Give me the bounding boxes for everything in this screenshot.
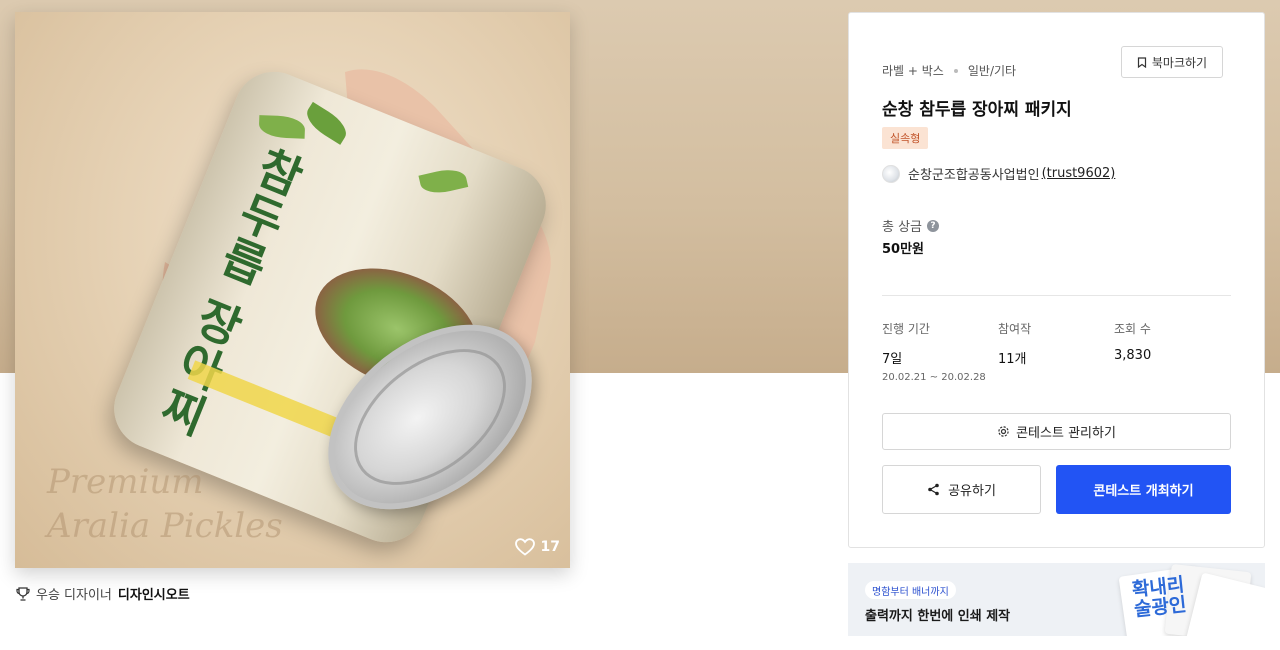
product-image[interactable]: 참두릅 장아찌 Premium Aralia Pickles 17 — [15, 12, 570, 568]
watermark: Premium Aralia Pickles — [47, 460, 283, 548]
share-label: 공유하기 — [948, 484, 996, 499]
heart-icon — [514, 538, 535, 556]
contest-title: 순창 참두릅 장아찌 패키지 — [882, 100, 1072, 120]
host-contest-button[interactable]: 콘테스트 개최하기 — [1056, 465, 1231, 514]
leaf-icon — [418, 165, 469, 198]
prize-label-row: 총 상금 ? — [882, 216, 940, 235]
bookmark-icon — [1137, 56, 1146, 68]
bookmark-label: 북마크하기 — [1151, 55, 1208, 70]
separator-dot — [953, 68, 958, 73]
banner-pill: 명함부터 배너까지 — [865, 581, 956, 599]
entries-value: 11개 — [998, 352, 1027, 367]
subcategory[interactable]: 일반/기타 — [968, 62, 1016, 79]
period-value: 7일 — [882, 352, 903, 367]
type-badge: 실속형 — [882, 127, 929, 149]
host-avatar — [882, 164, 900, 183]
like-button[interactable]: 17 — [514, 538, 560, 556]
watermark-line1: Premium — [47, 462, 204, 502]
period-label: 진행 기간 — [882, 322, 930, 336]
winner-designer-line: 우승 디자이너 디자인시오트 — [16, 584, 190, 603]
manage-label: 콘테스트 관리하기 — [1016, 426, 1116, 441]
category-breadcrumb: 라벨 + 박스 일반/기타 — [882, 62, 1016, 79]
views-label: 조회 수 — [1114, 322, 1151, 336]
stat-entries: 참여작 11개 — [998, 320, 1031, 367]
banner-art-text: 확내리 술광인 — [1130, 573, 1188, 622]
host-id-link[interactable]: (trust9602) — [1042, 166, 1116, 181]
banner-text: 출력까지 한번에 인쇄 제작 — [865, 609, 1011, 624]
contest-info-panel: 라벨 + 박스 일반/기타 북마크하기 순창 참두릅 장아찌 패키지 실속형 순… — [848, 12, 1265, 548]
share-button[interactable]: 공유하기 — [882, 465, 1041, 514]
bookmark-button[interactable]: 북마크하기 — [1121, 46, 1223, 78]
host-info: 순창군조합공동사업법인 (trust9602) — [882, 164, 1115, 183]
help-icon[interactable]: ? — [927, 219, 940, 232]
views-value: 3,830 — [1114, 348, 1152, 363]
designer-name[interactable]: 디자인시오트 — [118, 584, 190, 603]
stat-views: 조회 수 3,830 — [1114, 320, 1151, 363]
like-count: 17 — [540, 539, 560, 555]
award-label: 우승 디자이너 — [36, 588, 112, 603]
host-name: 순창군조합공동사업법인 — [908, 168, 1040, 183]
manage-contest-button[interactable]: 콘테스트 관리하기 — [882, 413, 1231, 450]
stat-period: 진행 기간 7일 20.02.21 ~ 20.02.28 — [882, 320, 986, 383]
gear-icon — [998, 426, 1009, 437]
share-icon — [928, 483, 939, 496]
trophy-icon — [16, 586, 30, 601]
leaf-icon — [301, 101, 352, 145]
watermark-line2: Aralia Pickles — [47, 506, 283, 546]
print-banner-ad[interactable]: 명함부터 배너까지 출력까지 한번에 인쇄 제작 확내리 술광인 — [848, 563, 1265, 636]
leaf-icon — [258, 115, 306, 139]
prize-label: 총 상금 — [882, 220, 923, 235]
period-range: 20.02.21 ~ 20.02.28 — [882, 372, 986, 383]
category[interactable]: 라벨 + 박스 — [882, 62, 944, 79]
divider — [882, 295, 1231, 296]
entries-label: 참여작 — [998, 322, 1032, 336]
prize-value: 50만원 — [882, 242, 925, 257]
